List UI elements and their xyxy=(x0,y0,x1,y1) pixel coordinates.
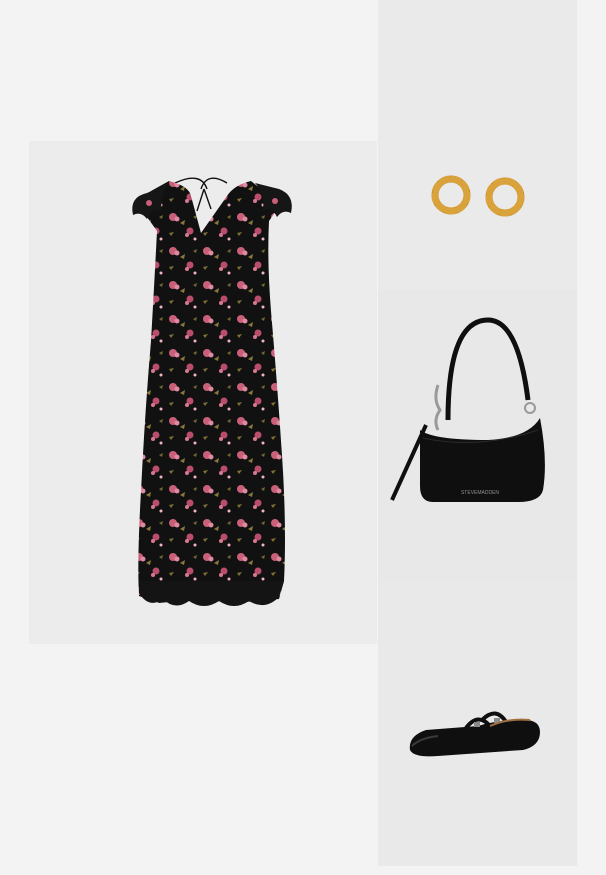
shoes-product-tile[interactable] xyxy=(378,580,577,866)
black-patent-mary-jane-flats-image xyxy=(409,711,540,757)
gold-hoop-earrings-image xyxy=(431,175,525,217)
bag-brand-logo: STEVEMADDEN xyxy=(461,490,499,496)
right-earring xyxy=(485,177,525,217)
bag-product-tile[interactable]: STEVEMADDEN xyxy=(378,290,577,580)
floral-midi-dress-image xyxy=(132,177,292,606)
dress-product-tile[interactable] xyxy=(29,141,377,644)
left-earring xyxy=(431,175,471,215)
black-shoulder-bag-image: STEVEMADDEN xyxy=(390,317,545,502)
earrings-product-tile[interactable] xyxy=(378,0,577,290)
